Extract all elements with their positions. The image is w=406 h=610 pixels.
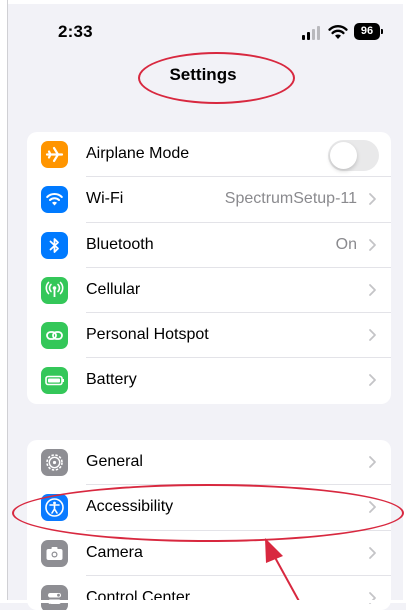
chevron-right-icon	[369, 456, 376, 468]
settings-row-wifi[interactable]: Wi-Fi SpectrumSetup-11	[27, 177, 391, 223]
settings-row-label: Battery	[86, 371, 137, 389]
chevron-right-icon	[369, 546, 376, 559]
settings-row-airplane-mode[interactable]: Airplane Mode	[27, 132, 391, 178]
chevron-right-icon	[369, 374, 376, 387]
settings-row-label: Bluetooth	[86, 235, 154, 253]
cellular-signal-icon	[302, 26, 322, 40]
settings-row-cellular[interactable]: Cellular	[27, 268, 391, 314]
settings-row-bluetooth[interactable]: Bluetooth On	[27, 223, 391, 268]
settings-row-label: Control Center	[86, 588, 191, 606]
wifi-status-icon	[328, 24, 348, 40]
settings-row-general[interactable]: General	[27, 440, 391, 486]
chevron-right-icon	[369, 238, 376, 251]
bluetooth-icon	[41, 231, 68, 259]
title-highlight-circle	[138, 52, 295, 104]
settings-row-label: General	[86, 453, 143, 470]
settings-row-label: Cellular	[86, 280, 141, 298]
connectivity-group: Airplane Mode Wi-Fi SpectrumSetup-11 Blu…	[27, 132, 391, 404]
settings-row-label: Camera	[86, 543, 143, 561]
camera-icon	[41, 539, 68, 567]
settings-row-battery[interactable]: Battery	[27, 358, 391, 403]
battery-status-icon: 96	[354, 23, 383, 40]
bluetooth-status-value: On	[335, 235, 357, 253]
settings-row-label: Airplane Mode	[86, 145, 190, 162]
chevron-right-icon	[369, 193, 376, 206]
chevron-right-icon	[369, 329, 376, 342]
battery-icon	[41, 367, 68, 395]
chevron-right-icon	[369, 283, 376, 296]
cellular-icon	[41, 276, 68, 304]
wifi-network-value: SpectrumSetup-11	[224, 190, 357, 208]
settings-row-label: Wi-Fi	[86, 190, 124, 208]
airplane-mode-toggle[interactable]	[328, 140, 379, 171]
airplane-icon	[41, 141, 68, 168]
wifi-icon	[41, 186, 68, 214]
settings-row-label: Personal Hotspot	[86, 326, 209, 344]
accessibility-highlight-circle	[12, 484, 404, 542]
hotspot-icon	[41, 322, 68, 350]
gear-icon	[41, 449, 68, 476]
control-center-icon	[41, 584, 68, 610]
settings-row-personal-hotspot[interactable]: Personal Hotspot	[27, 313, 391, 359]
status-time: 2:33	[58, 22, 93, 41]
screenshot-border-left	[0, 0, 8, 603]
toggle-knob	[330, 142, 357, 169]
settings-row-control-center[interactable]: Control Center	[27, 576, 391, 610]
